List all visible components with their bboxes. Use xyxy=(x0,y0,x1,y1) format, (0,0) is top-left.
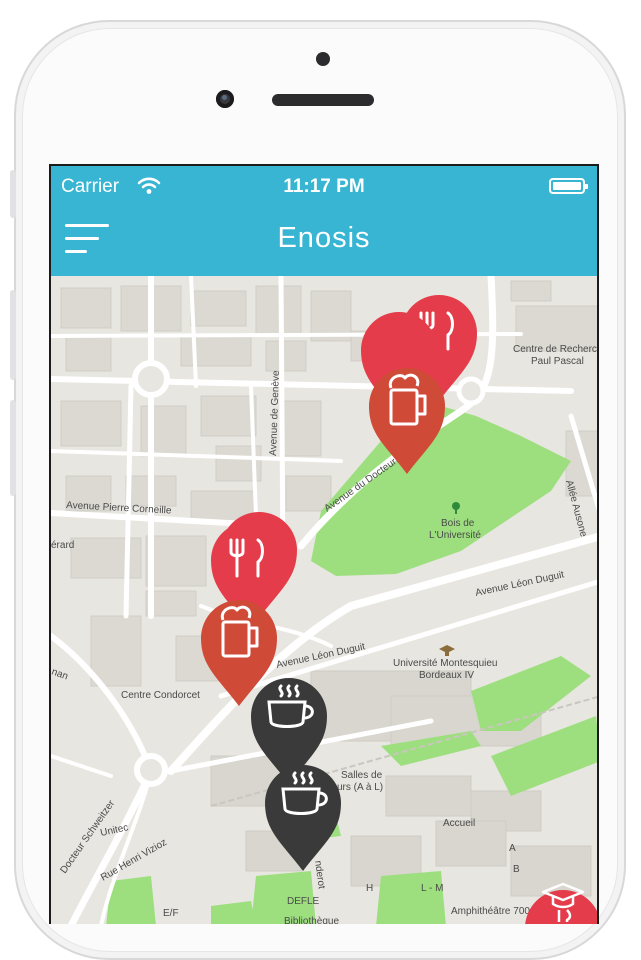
map-label: Salles de xyxy=(341,770,383,781)
page-title: Enosis xyxy=(277,222,371,254)
roundabout xyxy=(132,360,170,398)
mute-switch xyxy=(10,170,16,218)
map-label: érard xyxy=(51,540,74,551)
map-label: urs (A à L) xyxy=(337,782,383,793)
map-label: E/F xyxy=(163,908,179,919)
map-label: Centre Condorcet xyxy=(121,690,200,701)
map-label: Accueil xyxy=(443,818,475,829)
map-label: Paul Pascal xyxy=(531,356,584,367)
map-label: A xyxy=(509,843,516,854)
roundabout xyxy=(456,376,486,406)
map-view[interactable]: Centre de Recherche Paul Pascal Avenue d… xyxy=(51,276,599,924)
map-label: Bordeaux IV xyxy=(419,670,474,681)
navigation-bar: Carrier 11:17 PM Enosis xyxy=(51,166,597,276)
map-label: L - M xyxy=(421,883,443,894)
volume-up-button xyxy=(10,290,16,380)
status-bar: Carrier 11:17 PM xyxy=(51,166,597,208)
map-label: B xyxy=(513,864,520,875)
battery-icon xyxy=(549,178,588,194)
front-camera xyxy=(216,90,234,108)
roundabout xyxy=(134,753,168,787)
map-label: L'Université xyxy=(429,530,481,541)
app-screen: Carrier 11:17 PM Enosis Centre de Recher… xyxy=(49,164,599,924)
map-label: Centre de Recherche xyxy=(513,344,599,355)
earpiece-speaker xyxy=(272,94,374,106)
map-label: H xyxy=(366,883,373,894)
map-label: Université Montesquieu xyxy=(393,658,498,669)
proximity-sensor xyxy=(316,52,330,66)
clock: 11:17 PM xyxy=(283,176,365,197)
volume-down-button xyxy=(10,400,16,496)
map-label: Bois de xyxy=(441,518,475,529)
map-label: Bibliothèque xyxy=(284,916,339,924)
map-label: DEFLE xyxy=(287,896,320,907)
map-label: Amphithéâtre 700 xyxy=(451,906,530,917)
